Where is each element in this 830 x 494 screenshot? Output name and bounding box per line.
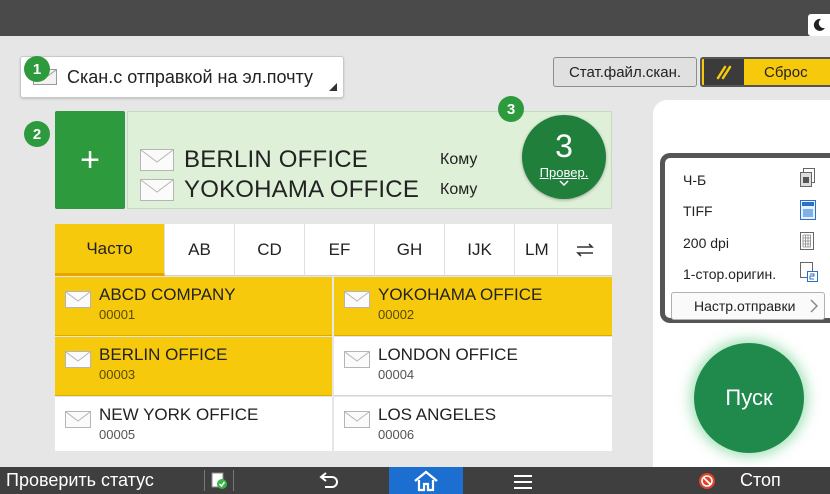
one-sided-original-icon xyxy=(800,262,818,282)
send-settings-button[interactable]: Настр.отправки xyxy=(671,292,825,320)
home-icon xyxy=(414,469,438,491)
color-setting: Ч-Б xyxy=(683,172,707,188)
destination-name: BERLIN OFFICE xyxy=(184,146,368,173)
envelope-icon xyxy=(65,291,91,308)
job-status-icon[interactable] xyxy=(204,470,234,491)
envelope-icon xyxy=(65,411,91,428)
tab-gh[interactable]: GH xyxy=(375,224,445,276)
bw-document-icon xyxy=(800,168,815,187)
hamburger-menu-icon xyxy=(514,475,532,489)
address-entry[interactable]: NEW YORK OFFICE 00005 xyxy=(55,397,332,451)
check-status-button[interactable]: Проверить статус xyxy=(0,467,154,494)
destination-name: YOKOHAMA OFFICE xyxy=(184,176,420,203)
home-button[interactable] xyxy=(389,467,463,494)
top-status-bar xyxy=(0,0,830,36)
tab-ef[interactable]: EF xyxy=(305,224,375,276)
tab-ijk[interactable]: IJK xyxy=(445,224,515,276)
destination-count: 3 xyxy=(555,127,573,164)
bottom-system-bar: Проверить статус Стоп xyxy=(0,467,830,494)
scan-settings-panel[interactable]: Ч-Б TIFF 200 dpi 1-стор.оригин. Настр.от… xyxy=(660,153,830,323)
address-entry-name: LOS ANGELES xyxy=(378,405,497,424)
address-entry-number: 00005 xyxy=(99,427,136,442)
address-entry[interactable]: YOKOHAMA OFFICE 00002 xyxy=(334,277,612,336)
tab-ab[interactable]: AB xyxy=(165,224,235,276)
back-button[interactable] xyxy=(318,471,340,489)
function-select-dropdown[interactable]: Скан.с отправкой на эл.почту xyxy=(20,56,344,98)
envelope-icon xyxy=(344,411,370,428)
check-label: Провер. xyxy=(539,164,589,180)
destination-type: Кому xyxy=(440,181,478,198)
reset-button[interactable]: Сброс xyxy=(700,57,830,87)
address-entry-number: 00002 xyxy=(378,307,415,322)
destination-item[interactable]: BERLIN OFFICE Кому xyxy=(140,146,477,174)
back-arrow-icon xyxy=(319,472,338,488)
tab-switch-button[interactable] xyxy=(557,224,612,276)
address-entry-name: NEW YORK OFFICE xyxy=(99,405,259,424)
dropdown-corner-icon xyxy=(329,83,337,91)
address-entry-number: 00001 xyxy=(99,307,136,322)
callout-badge-3: 3 xyxy=(498,96,524,122)
address-entry[interactable]: LONDON OFFICE 00004 xyxy=(334,337,612,396)
destination-type: Кому xyxy=(440,151,478,168)
check-destinations-button[interactable]: 3 Провер. xyxy=(522,115,606,199)
reset-icon xyxy=(704,59,744,85)
address-entry-name: LONDON OFFICE xyxy=(378,345,518,364)
schedule-file-scan-button[interactable]: Стат.файл.скан. xyxy=(553,57,697,87)
envelope-icon xyxy=(140,149,174,171)
resolution-grid-icon xyxy=(800,232,814,250)
destination-item[interactable]: YOKOHAMA OFFICE Кому xyxy=(140,176,477,204)
energy-saver-button[interactable] xyxy=(808,14,830,36)
address-entry-number: 00006 xyxy=(378,427,415,442)
envelope-icon xyxy=(344,291,370,308)
address-entry[interactable]: ABCD COMPANY 00001 xyxy=(55,277,332,336)
address-entry-name: YOKOHAMA OFFICE xyxy=(378,285,543,304)
address-entry-name: BERLIN OFFICE xyxy=(99,345,228,364)
chevron-down-icon xyxy=(559,179,569,186)
menu-button[interactable] xyxy=(512,472,534,490)
tab-frequent[interactable]: Часто xyxy=(55,224,165,276)
address-entry[interactable]: BERLIN OFFICE 00003 xyxy=(55,337,332,396)
envelope-icon xyxy=(65,351,91,368)
chevron-right-icon xyxy=(810,299,818,313)
address-entry-number: 00004 xyxy=(378,367,415,382)
moon-icon xyxy=(813,18,825,31)
envelope-icon xyxy=(140,179,174,201)
envelope-icon xyxy=(344,351,370,368)
address-entry[interactable]: LOS ANGELES 00006 xyxy=(334,397,612,451)
tiff-file-icon xyxy=(800,200,816,220)
switch-arrows-icon xyxy=(576,243,594,257)
callout-badge-1: 1 xyxy=(24,56,50,82)
send-settings-label: Настр.отправки xyxy=(694,298,796,314)
original-sides-setting: 1-стор.оригин. xyxy=(683,266,777,282)
callout-badge-2: 2 xyxy=(24,121,50,147)
tab-lm[interactable]: LM xyxy=(515,224,557,276)
stop-icon xyxy=(698,472,716,490)
function-select-label: Скан.с отправкой на эл.почту xyxy=(67,66,313,87)
start-button[interactable]: Пуск xyxy=(694,343,804,453)
stop-button[interactable]: Стоп xyxy=(740,467,781,494)
tab-cd[interactable]: CD xyxy=(235,224,305,276)
resolution-setting: 200 dpi xyxy=(683,235,729,251)
reset-label: Сброс xyxy=(764,63,808,81)
add-destination-button[interactable]: + xyxy=(55,111,125,209)
address-book-tabs: Часто AB CD EF GH IJK LM xyxy=(55,224,612,276)
address-entry-number: 00003 xyxy=(99,367,136,382)
address-entry-name: ABCD COMPANY xyxy=(99,285,236,304)
file-format-setting: TIFF xyxy=(683,203,713,219)
